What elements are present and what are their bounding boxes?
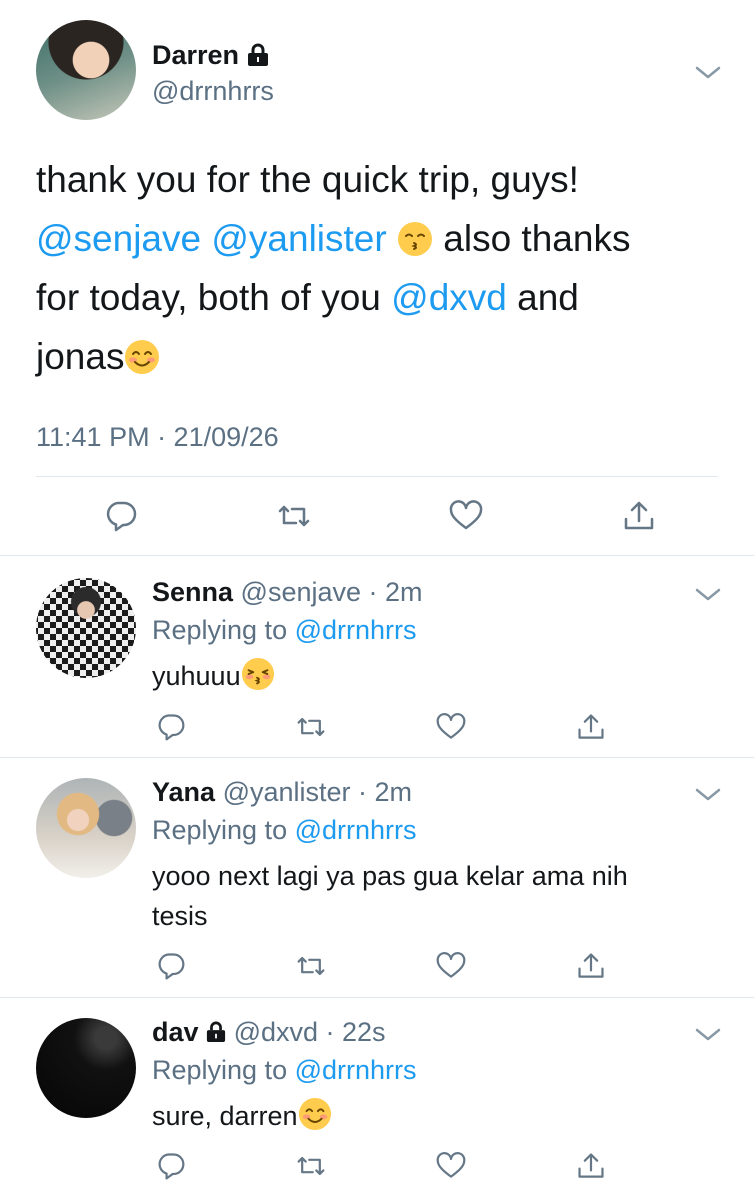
reply-icon[interactable] — [156, 951, 186, 981]
kissing-face-emoji-icon — [397, 221, 433, 257]
author-handle[interactable]: @dxvd — [234, 1017, 318, 1047]
lock-icon — [206, 1021, 226, 1043]
author-handle[interactable]: @yanlister — [223, 777, 351, 807]
retweet-icon[interactable] — [277, 499, 311, 533]
author-name[interactable]: dav — [152, 1017, 199, 1047]
tweet-text-line: jonas — [36, 336, 125, 377]
share-icon[interactable] — [576, 712, 606, 742]
divider — [36, 476, 718, 477]
reply-text: yooo next lagi ya pas gua kelar ama nih … — [152, 856, 682, 936]
kissing-closed-eyes-emoji-icon — [241, 657, 275, 691]
replying-to-label: Replying to — [152, 1055, 295, 1085]
reply-tweet[interactable]: Senna @senjave · 2m Replying to @drrnhrr… — [0, 558, 754, 758]
replying-to-label: Replying to — [152, 615, 295, 645]
reply-text-body: yooo next lagi ya pas gua kelar ama nih … — [152, 861, 628, 931]
reply-text: sure, darren — [152, 1096, 712, 1136]
chevron-down-icon[interactable] — [694, 584, 722, 604]
reply-tweet[interactable]: Yana @yanlister · 2m Replying to @drrnhr… — [0, 758, 754, 998]
avatar[interactable] — [36, 20, 136, 120]
like-icon[interactable] — [436, 712, 466, 742]
mention-link[interactable]: @senjave — [36, 218, 201, 259]
tweet-text-line: thank you for the quick trip, guys! — [36, 159, 579, 200]
smiling-face-emoji-icon — [298, 1097, 332, 1131]
retweet-icon[interactable] — [296, 951, 326, 981]
avatar[interactable] — [36, 578, 136, 678]
author-name[interactable]: Yana — [152, 777, 215, 807]
tweet-text-line: and — [506, 277, 579, 318]
chevron-down-icon[interactable] — [694, 62, 722, 82]
reply-icon[interactable] — [156, 1151, 186, 1181]
separator-dot: · — [350, 777, 375, 807]
tweet-text-line: also thanks — [433, 218, 631, 259]
smiling-face-emoji-icon — [124, 339, 160, 375]
separator-dot: · — [318, 1017, 343, 1047]
share-icon[interactable] — [622, 499, 656, 533]
author-handle[interactable]: @drrnhrrs — [152, 76, 274, 106]
mention-link[interactable]: @drrnhrrs — [295, 615, 417, 645]
like-icon[interactable] — [436, 951, 466, 981]
like-icon[interactable] — [436, 1151, 466, 1181]
reply-text-body: yuhuuu — [152, 661, 241, 691]
tweet-time[interactable]: 2m — [375, 777, 413, 807]
tweet-actions — [156, 1151, 606, 1181]
reply-text-body: sure, darren — [152, 1101, 298, 1131]
tweet-actions — [156, 712, 606, 742]
tweet-text: thank you for the quick trip, guys! @sen… — [36, 150, 716, 386]
author-name[interactable]: Senna — [152, 577, 233, 607]
reply-tweet[interactable]: dav @dxvd · 22s Replying to @drrnhrrs su… — [0, 998, 754, 1200]
chevron-down-icon[interactable] — [694, 1024, 722, 1044]
chevron-down-icon[interactable] — [694, 784, 722, 804]
retweet-icon[interactable] — [296, 1151, 326, 1181]
tweet-time[interactable]: 2m — [385, 577, 423, 607]
retweet-icon[interactable] — [296, 712, 326, 742]
divider — [0, 555, 754, 556]
reply-icon[interactable] — [104, 499, 138, 533]
reply-icon[interactable] — [156, 712, 186, 742]
mention-link[interactable]: @yanlister — [211, 218, 386, 259]
mention-link[interactable]: @drrnhrrs — [295, 1055, 417, 1085]
tweet-actions — [104, 499, 656, 533]
mention-link[interactable]: @dxvd — [391, 277, 507, 318]
author-name[interactable]: Darren — [152, 40, 239, 70]
share-icon[interactable] — [576, 951, 606, 981]
author-handle[interactable]: @senjave — [241, 577, 361, 607]
replying-to-label: Replying to — [152, 815, 295, 845]
reply-text: yuhuuu — [152, 656, 712, 696]
lock-icon — [247, 43, 269, 67]
avatar[interactable] — [36, 778, 136, 878]
like-icon[interactable] — [449, 499, 483, 533]
tweet-text-line: for today, both of you — [36, 277, 392, 318]
tweet-time[interactable]: 22s — [342, 1017, 386, 1047]
tweet-timestamp[interactable]: 11:41 PM · 21/09/26 — [36, 420, 279, 454]
separator-dot: · — [361, 577, 386, 607]
share-icon[interactable] — [576, 1151, 606, 1181]
avatar[interactable] — [36, 1018, 136, 1118]
tweet-actions — [156, 951, 606, 981]
mention-link[interactable]: @drrnhrrs — [295, 815, 417, 845]
